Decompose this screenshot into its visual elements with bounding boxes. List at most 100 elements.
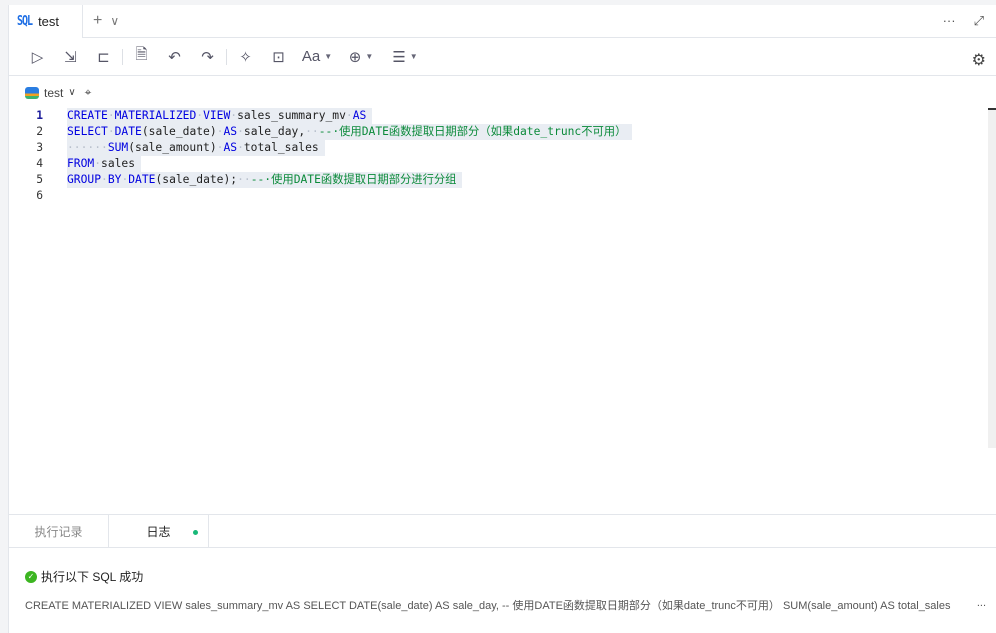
explain-button[interactable]: ⊏ <box>87 44 120 70</box>
success-icon: ✓ <box>25 570 37 583</box>
code-text: GROUP·BY·DATE(sale_date);··--·使用DATE函数提取… <box>67 172 463 188</box>
toolbar: ▷ ⇲ ⊏ 🗎 ↶ ↷ ✧ ⊡ Aa ▼ ⊕ ▼ ☰ ▼ <box>9 38 996 76</box>
token-kw: BY <box>107 173 122 186</box>
tab-label: test <box>38 14 60 29</box>
token-cm: --·使用DATE函数提取日期部分进行分组 <box>250 173 457 186</box>
run-button[interactable]: ▷ <box>21 44 54 70</box>
line-number: 4 <box>36 157 43 170</box>
code-line[interactable]: 4 FROM·sales <box>9 156 996 172</box>
log-sql-text: CREATE MATERIALIZED VIEW sales_summary_m… <box>25 597 986 613</box>
token-id: (sale_date) <box>141 125 217 138</box>
token-id: total_sales <box>243 141 319 154</box>
bottom-tabs: 执行记录 日志 <box>9 514 996 548</box>
token-id: sales_summary_mv <box>237 109 346 122</box>
settings-icon[interactable]: ⚙ <box>972 50 986 70</box>
token-ws: ·· <box>237 173 251 186</box>
token-kw: VIEW <box>203 109 231 122</box>
tab-bar: SQL test + ∨ ··· ⤢ <box>9 5 996 38</box>
code-editor[interactable]: 1 CREATE·MATERIALIZED·VIEW·sales_summary_… <box>9 108 996 514</box>
code-text: FROM·sales <box>67 156 142 172</box>
run-selected-icon: ⇲ <box>64 48 77 66</box>
explain-icon: ⊏ <box>97 48 110 66</box>
status-text: 执行以下 SQL 成功 <box>41 570 144 584</box>
font-icon: Aa <box>301 48 321 65</box>
token-kw: DATE <box>128 173 156 186</box>
tab-label: 执行记录 <box>34 524 83 539</box>
toolbar-divider <box>226 48 227 65</box>
database-selector[interactable]: test ∨ ⌖ <box>25 85 91 100</box>
log-status: ✓ 执行以下 SQL 成功 <box>25 568 143 585</box>
code-line[interactable]: 5 GROUP·BY·DATE(sale_date);··--·使用DATE函数提… <box>9 172 996 188</box>
locate-icon[interactable]: ⌖ <box>85 85 92 100</box>
line-number: 2 <box>36 125 43 138</box>
token-ws: · <box>107 125 115 138</box>
caret-down-icon: ▼ <box>365 52 374 61</box>
token-kw: DATE <box>114 125 142 138</box>
redo-button[interactable]: ↷ <box>191 44 224 70</box>
sql-icon: SQL <box>17 14 33 29</box>
token-kw: CREATE <box>67 109 108 122</box>
token-id: (sale_amount) <box>128 141 217 154</box>
code-line[interactable]: 3 ······SUM(sale_amount)·AS·total_sales <box>9 140 996 156</box>
token-ws: · <box>101 173 108 186</box>
caret-down-icon: ▼ <box>324 52 333 61</box>
sql-editor-panel: SQL test + ∨ ··· ⤢ ▷ ⇲ ⊏ 🗎 ↶ ↷ ✧ ⊡ Aa ▼ ⊕ ▼ ☰ ▼ ⚙ tes… <box>8 5 996 633</box>
token-kw: SELECT <box>67 125 108 138</box>
tab-history[interactable]: 执行记录 <box>9 515 109 547</box>
token-ws: · <box>94 157 102 170</box>
undo-icon: ↶ <box>168 48 181 66</box>
run-icon: ▷ <box>31 48 44 66</box>
toolbar-divider <box>122 48 123 65</box>
chevron-down-icon[interactable]: ∨ <box>110 14 119 28</box>
caret-down-icon: ▼ <box>409 52 418 61</box>
format-icon: ✧ <box>239 48 252 66</box>
tab-log[interactable]: 日志 <box>109 515 209 547</box>
database-name: test <box>44 85 64 100</box>
code-text: ······SUM(sale_amount)·AS·total_sales <box>67 140 325 156</box>
token-ws: · <box>107 109 115 122</box>
status-dot <box>193 530 198 535</box>
code-line[interactable]: 1 CREATE·MATERIALIZED·VIEW·sales_summary_… <box>9 108 996 124</box>
line-number: 1 <box>36 109 43 122</box>
token-kw: FROM <box>67 157 95 170</box>
chevron-down-icon: ∨ <box>68 87 76 98</box>
font-button[interactable]: Aa ▼ <box>295 44 339 70</box>
code-line[interactable]: 6 <box>9 188 996 204</box>
token-id: (sale_date); <box>155 173 238 186</box>
token-id: sales <box>101 157 136 170</box>
token-id: sale_day, <box>243 125 306 138</box>
token-ws: ·· <box>305 125 319 138</box>
ellipsis: ... <box>972 597 986 609</box>
code-text: SELECT·DATE(sale_date)·AS·sale_day,··--·… <box>67 124 633 140</box>
comment-button[interactable]: ⊕ ▼ <box>339 44 383 70</box>
format-button[interactable]: ✧ <box>229 44 262 70</box>
line-number: 5 <box>36 173 43 186</box>
token-kw: AS <box>223 125 238 138</box>
token-ws: · <box>345 109 353 122</box>
tab-test[interactable]: SQL test <box>9 5 83 38</box>
indent-icon: ☰ <box>392 48 406 66</box>
line-number: 6 <box>36 189 43 202</box>
tab-label: 日志 <box>146 524 171 539</box>
more-icon[interactable]: ··· <box>943 13 956 29</box>
run-selected-button[interactable]: ⇲ <box>54 44 87 70</box>
log-sql: CREATE MATERIALIZED VIEW sales_summary_m… <box>25 600 951 612</box>
add-tab-icon[interactable]: + <box>93 12 102 30</box>
fullscreen-icon[interactable]: ⤢ <box>974 13 984 29</box>
token-cm: --·使用DATE函数提取日期部分（如果date_trunc不可用） <box>318 125 627 138</box>
find-button[interactable]: 🗎 <box>125 44 158 70</box>
indent-button[interactable]: ☰ ▼ <box>383 44 427 70</box>
code-text: CREATE·MATERIALIZED·VIEW·sales_summary_m… <box>67 108 373 124</box>
token-ws: ······ <box>67 141 108 154</box>
comment-icon: ⊕ <box>348 48 362 66</box>
find-icon: 🗎 <box>135 46 148 63</box>
token-kw: MATERIALIZED <box>114 109 197 122</box>
token-ws: · <box>237 125 244 138</box>
redo-icon: ↷ <box>201 48 214 66</box>
snippet-icon: ⊡ <box>272 48 285 66</box>
code-line[interactable]: 2 SELECT·DATE(sale_date)·AS·sale_day,··--… <box>9 124 996 140</box>
snippet-button[interactable]: ⊡ <box>262 44 295 70</box>
line-number: 3 <box>36 141 43 154</box>
undo-button[interactable]: ↶ <box>158 44 191 70</box>
token-kw: SUM <box>107 141 129 154</box>
